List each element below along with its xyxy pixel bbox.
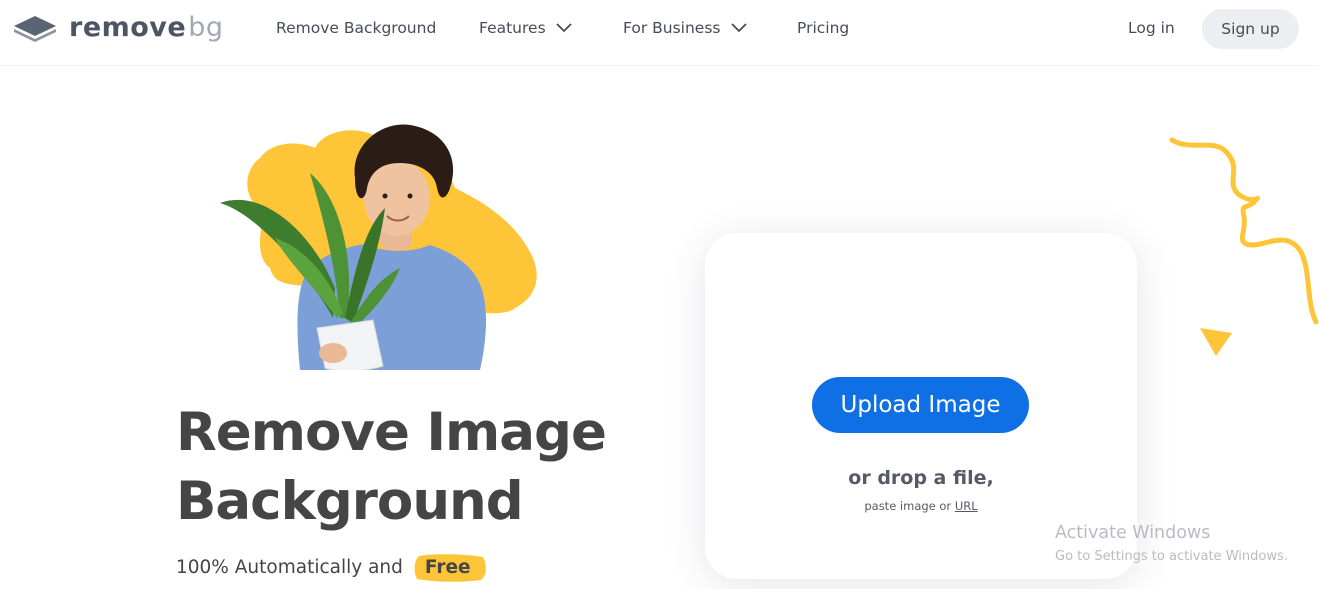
free-badge: Free [413, 554, 486, 582]
removebg-logo-icon [14, 16, 56, 42]
windows-activation-subtitle: Go to Settings to activate Windows. [1055, 549, 1288, 564]
hero-illustration [220, 124, 537, 370]
nav-label: Pricing [797, 19, 850, 37]
upload-image-button[interactable]: Upload Image [812, 377, 1029, 433]
logo[interactable]: removebg [13, 12, 224, 44]
nav-features[interactable]: Features [479, 19, 572, 37]
triangle-decoration [1200, 328, 1232, 356]
hero-subtitle: 100% Automatically and Free [176, 554, 486, 582]
windows-activation-title: Activate Windows [1055, 523, 1211, 543]
squiggle-decoration [1169, 137, 1319, 325]
chevron-down-icon [556, 23, 572, 33]
paste-prefix: paste image or [864, 499, 952, 513]
hero-title: Remove Image Background [176, 398, 656, 536]
nav-label: Remove Background [276, 19, 437, 37]
hero-subtitle-text: 100% Automatically and [176, 557, 403, 578]
nav-pricing[interactable]: Pricing [797, 19, 849, 37]
url-link[interactable]: URL [955, 499, 978, 513]
nav-label: Features [479, 19, 546, 37]
drop-file-text: or drop a file, [848, 467, 994, 489]
chevron-down-icon [730, 23, 747, 33]
logo-word-bg: bg [188, 12, 224, 43]
login-link[interactable]: Log in [1128, 19, 1175, 37]
nav-label: For Business [623, 19, 721, 37]
logo-word-remove: remove [69, 12, 187, 43]
nav-remove-background[interactable]: Remove Background [276, 19, 436, 37]
paste-text: paste image or URL [705, 499, 1137, 513]
site-header: removebg Remove Background Features For … [0, 0, 1319, 66]
hero-title-line1: Remove Image [176, 402, 607, 463]
free-badge-label: Free [424, 557, 471, 578]
signup-button[interactable]: Sign up [1202, 9, 1299, 49]
hero-title-line2: Background [176, 471, 524, 532]
nav-for-business[interactable]: For Business [623, 19, 747, 37]
